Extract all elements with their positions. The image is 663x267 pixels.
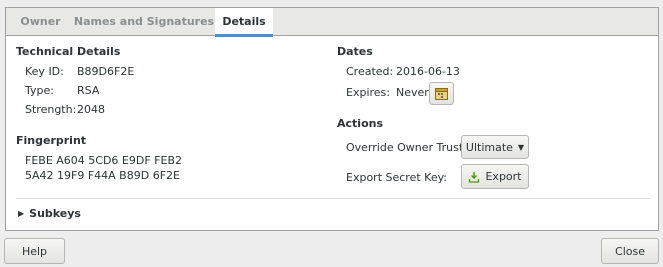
section-divider (16, 198, 650, 199)
technical-details-heading: Technical Details (16, 45, 121, 58)
export-secret-key-label: Export Secret Key: (346, 171, 448, 184)
created-label: Created: (346, 65, 394, 78)
type-label: Type: (25, 84, 54, 97)
strength-label: Strength: (25, 103, 77, 116)
owner-trust-value: Ultimate (465, 140, 513, 154)
close-button[interactable]: Close (601, 238, 659, 264)
key-id-value: B89D6F2E (77, 65, 135, 78)
strength-value: 2048 (77, 103, 105, 116)
type-value: RSA (77, 84, 100, 97)
tab-details[interactable]: Details (215, 8, 273, 37)
chevron-right-icon: ▶ (18, 209, 25, 218)
created-value: 2016-06-13 (396, 65, 460, 78)
export-icon (469, 171, 480, 183)
subkeys-expander[interactable]: ▶ Subkeys (18, 207, 81, 220)
expires-label: Expires: (346, 86, 390, 99)
fingerprint-heading: Fingerprint (16, 134, 87, 147)
owner-trust-dropdown[interactable]: Ultimate ▼ (461, 135, 529, 159)
chevron-down-icon: ▼ (517, 142, 525, 152)
subkeys-label: Subkeys (29, 207, 81, 220)
export-button-label: Export (485, 170, 522, 183)
expires-value: Never (396, 86, 429, 99)
details-notebook: Owner Names and Signatures Details Techn… (5, 7, 659, 231)
expires-calendar-button[interactable] (429, 82, 454, 105)
tab-bar: Owner Names and Signatures Details (6, 8, 658, 37)
calendar-icon (435, 88, 448, 100)
tab-names-and-signatures[interactable]: Names and Signatures (73, 8, 215, 36)
dates-heading: Dates (337, 45, 373, 58)
override-owner-trust-label: Override Owner Trust: (346, 141, 467, 154)
actions-heading: Actions (337, 117, 383, 130)
key-id-label: Key ID: (25, 65, 64, 78)
export-button[interactable]: Export (461, 164, 529, 189)
tab-owner[interactable]: Owner (14, 8, 67, 36)
help-button[interactable]: Help (4, 238, 65, 264)
fingerprint-line-1: FEBE A604 5CD6 E9DF FEB2 (25, 154, 182, 167)
fingerprint-line-2: 5A42 19F9 F44A B89D 6F2E (25, 169, 180, 182)
